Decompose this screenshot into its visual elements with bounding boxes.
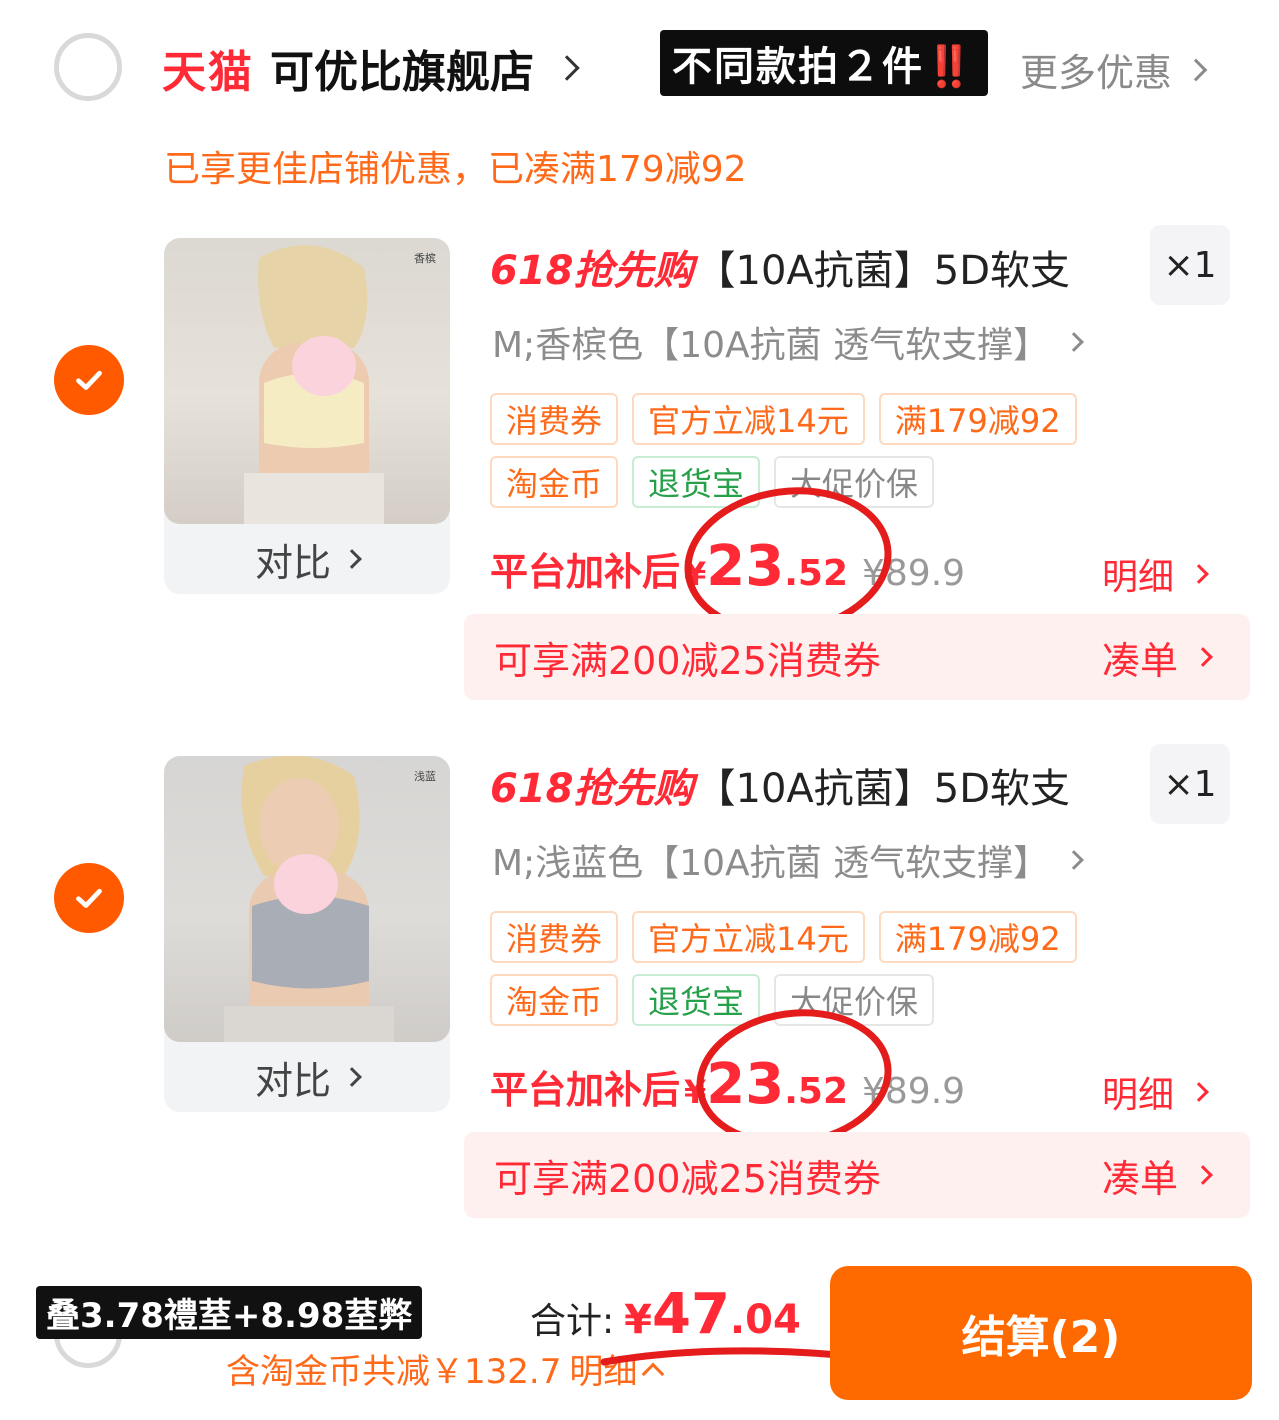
coupon-text: 可享满200减25消费券 [494, 1156, 881, 1201]
price-detail-link[interactable]: 明细 [1102, 548, 1209, 600]
promo-tag: 淘金币 [490, 456, 619, 508]
bunny-sticker-icon [292, 336, 356, 396]
more-deals-link[interactable]: 更多优惠 [1020, 42, 1208, 97]
promo-tag: 满179减92 [878, 393, 1077, 445]
product-title[interactable]: 618抢先购 【10A抗菌】5D软支 [490, 238, 1070, 296]
add-on-label: 凑单 [1101, 638, 1178, 683]
price-label: 平台加补后 [490, 550, 681, 594]
chevron-right-icon [1184, 58, 1208, 81]
promo-618-badge: 618抢先购 [490, 248, 694, 294]
overlay-note: 叠3.78禮荎+8.98荎弊 [36, 1286, 423, 1339]
item-select-checkbox[interactable] [54, 863, 124, 933]
promo-tags-row-1: 消费券 官方立减14元 满179减92 [490, 911, 1077, 963]
product-image[interactable]: 浅蓝 [164, 756, 450, 1042]
detail-label: 明细 [1102, 557, 1175, 598]
image-color-label: 香槟 [414, 252, 436, 265]
chevron-right-icon [1193, 647, 1213, 667]
sku-text: M;香槟色【10A抗菌 透气软支撑】 [492, 325, 1050, 366]
promo-tags-row-1: 消费券 官方立减14元 满179减92 [490, 393, 1077, 445]
product-thumbnail[interactable]: 香槟 对比 [164, 238, 450, 594]
product-title-text: 【10A抗菌】5D软支 [695, 766, 1071, 812]
product-title-text: 【10A抗菌】5D软支 [695, 248, 1071, 294]
promo-tag-text: 不同款拍２件 [672, 44, 924, 90]
store-select-radio[interactable] [54, 33, 122, 101]
chevron-right-icon [1064, 850, 1084, 870]
tmall-logo: 天猫 [162, 47, 254, 98]
add-on-button[interactable]: 凑单 [1101, 1148, 1213, 1203]
price-label: 平台加补后 [490, 1068, 681, 1112]
compare-button[interactable]: 对比 [164, 524, 450, 594]
shop-promo-text: 已享更佳店铺优惠，已凑满179减92 [164, 149, 747, 190]
double-exclamation-icon: ‼️ [924, 44, 976, 90]
sku-text: M;浅蓝色【10A抗菌 透气软支撑】 [492, 843, 1050, 884]
chevron-right-icon [1189, 564, 1209, 584]
product-image[interactable]: 香槟 [164, 238, 450, 524]
product-title[interactable]: 618抢先购 【10A抗菌】5D软支 [490, 756, 1070, 814]
promo-tag: 满179减92 [878, 911, 1077, 963]
sku-selector[interactable]: M;浅蓝色【10A抗菌 透气软支撑】 [492, 834, 1084, 886]
image-color-label: 浅蓝 [414, 770, 436, 783]
promo-tag: 官方立减14元 [632, 911, 865, 963]
detail-label: 明细 [1102, 1075, 1175, 1116]
promo-overlay-tag: 不同款拍２件‼️ [660, 30, 988, 96]
promo-tag: 淘金币 [490, 974, 619, 1026]
chevron-right-icon [554, 55, 580, 81]
chevron-right-icon [342, 1067, 362, 1087]
compare-label: 对比 [254, 540, 331, 585]
coupon-bar[interactable]: 可享满200减25消费券 凑单 [464, 1132, 1250, 1218]
compare-button[interactable]: 对比 [164, 1042, 450, 1112]
promo-tags-row-2: 淘金币 退货宝 大促价保 [490, 456, 935, 508]
chevron-right-icon [1064, 332, 1084, 352]
bunny-sticker-icon [274, 854, 338, 914]
chevron-right-icon [1189, 1082, 1209, 1102]
coupon-text: 可享满200减25消费券 [494, 638, 881, 683]
checkmark-icon [76, 370, 102, 390]
chevron-right-icon [342, 549, 362, 569]
item-select-checkbox[interactable] [54, 345, 124, 415]
price-detail-link[interactable]: 明细 [1102, 1066, 1209, 1118]
compare-label: 对比 [254, 1058, 331, 1103]
store-name: 可优比旗舰店 [270, 47, 534, 98]
promo-tags-row-2: 淘金币 退货宝 大促价保 [490, 974, 935, 1026]
quantity-stepper[interactable]: ×1 [1150, 225, 1230, 305]
sku-selector[interactable]: M;香槟色【10A抗菌 透气软支撑】 [492, 316, 1084, 368]
checkout-button[interactable]: 结算(2) [830, 1266, 1252, 1400]
more-deals-label: 更多优惠 [1020, 51, 1173, 95]
savings-row[interactable]: 含淘金币共减￥132.7 明细 [226, 1344, 665, 1393]
promo-tag: 消费券 [490, 393, 619, 445]
add-on-label: 凑单 [1101, 1156, 1178, 1201]
promo-tag: 消费券 [490, 911, 619, 963]
add-on-button[interactable]: 凑单 [1101, 630, 1213, 685]
product-thumbnail[interactable]: 浅蓝 对比 [164, 756, 450, 1112]
checkmark-icon [76, 888, 102, 908]
quantity-stepper[interactable]: ×1 [1150, 744, 1230, 824]
chevron-right-icon [1193, 1165, 1213, 1185]
savings-text: 含淘金币共减￥132.7 [226, 1352, 562, 1392]
return-insurance-tag: 退货宝 [632, 974, 761, 1026]
promo-618-badge: 618抢先购 [490, 766, 694, 812]
coupon-bar[interactable]: 可享满200减25消费券 凑单 [464, 614, 1250, 700]
store-header[interactable]: 天猫 可优比旗舰店 [162, 36, 580, 100]
promo-tag: 官方立减14元 [632, 393, 865, 445]
